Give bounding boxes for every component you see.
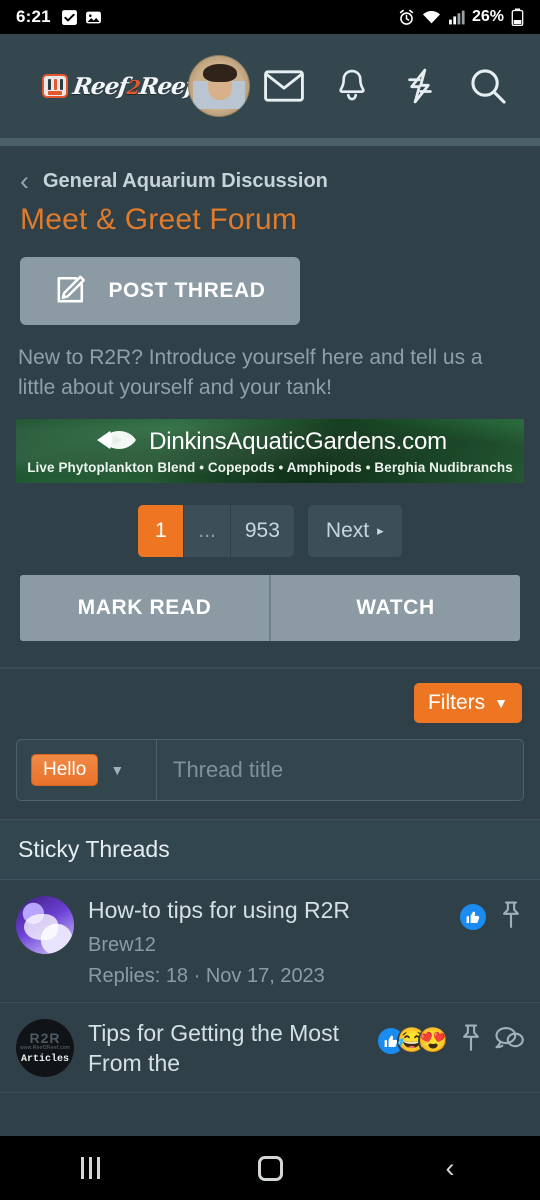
thread-indicators: [458, 896, 524, 935]
back-icon: ‹: [445, 1152, 455, 1183]
mail-icon[interactable]: [250, 70, 318, 102]
sticky-threads-header: Sticky Threads: [0, 818, 540, 880]
thread-title-input[interactable]: [157, 739, 523, 800]
status-bar: 6:21 26%: [0, 0, 540, 34]
avatar[interactable]: [187, 55, 250, 117]
r2r-badge-icon: [42, 74, 68, 98]
app-header: Reef2Reef: [0, 34, 540, 138]
ad-main-row: DinkinsAquaticGardens.com: [93, 427, 447, 458]
forum-action-buttons: MARK READ WATCH: [20, 574, 520, 641]
brand-wordmark: Reef2Reef: [71, 72, 196, 100]
advertisement-banner[interactable]: DinkinsAquaticGardens.com Live Phytoplan…: [16, 418, 524, 483]
thumbs-up-icon: [458, 902, 488, 933]
chevron-down-icon: ▼: [494, 694, 508, 711]
search-icon[interactable]: [454, 67, 522, 105]
comments-icon: [494, 1024, 524, 1057]
avatar-brand-text: R2R: [29, 1030, 61, 1047]
header-divider: [0, 138, 540, 146]
reaction-group[interactable]: 😂 😍: [376, 1025, 448, 1056]
next-page-button[interactable]: Next ▸: [307, 504, 402, 557]
bell-icon[interactable]: [318, 68, 386, 104]
filters-label: Filters: [427, 690, 486, 714]
thread-avatar[interactable]: R2R www.Reef2Reef.com Articles: [16, 1019, 74, 1078]
thread-indicators: 😂 😍: [376, 1019, 524, 1058]
status-bar-right: 26%: [398, 8, 524, 26]
pin-icon: [498, 900, 524, 935]
thread-row[interactable]: R2R www.Reef2Reef.com Articles Tips for …: [0, 1003, 540, 1093]
page-title: Meet & Greet Forum: [20, 203, 298, 236]
back-button[interactable]: ‹: [390, 1152, 510, 1183]
pagination: 1 ... 953 Next ▸: [0, 504, 540, 557]
checkbox-icon: [61, 9, 78, 26]
thread-title[interactable]: How-to tips for using R2R: [88, 896, 440, 925]
thread-search-box: Hello ▼: [16, 738, 524, 801]
mark-read-button[interactable]: MARK READ: [20, 574, 269, 641]
heart-eyes-face-icon: 😍: [418, 1025, 448, 1056]
next-label: Next: [325, 518, 370, 542]
page-content: ‹ General Aquarium Discussion Meet & Gre…: [0, 146, 540, 1136]
fish-icon: [93, 427, 139, 458]
filters-button[interactable]: Filters ▼: [413, 682, 522, 723]
pin-icon: [458, 1023, 484, 1058]
chevron-down-icon[interactable]: ▼: [110, 762, 124, 778]
post-thread-button[interactable]: POST THREAD: [20, 257, 300, 325]
thread-meta: Replies: 18 · Nov 17, 2023: [88, 965, 325, 988]
home-icon: [257, 1155, 283, 1181]
recents-button[interactable]: [30, 1157, 150, 1179]
signal-icon: [448, 9, 465, 26]
alarm-icon: [398, 9, 415, 26]
forum-description: New to R2R? Introduce yourself here and …: [18, 346, 483, 399]
reaction-group[interactable]: [458, 902, 488, 933]
home-button[interactable]: [210, 1155, 330, 1181]
thread-avatar[interactable]: [16, 895, 74, 954]
watch-button[interactable]: WATCH: [269, 574, 520, 641]
battery-percent: 26%: [471, 8, 504, 25]
breadcrumb-label[interactable]: General Aquarium Discussion: [43, 170, 328, 193]
phone-screen: 6:21 26% Reef2Reef ‹ General Aquarium Di…: [0, 0, 540, 1200]
battery-icon: [511, 8, 524, 26]
ad-subtitle: Live Phytoplankton Blend • Copepods • Am…: [27, 459, 513, 475]
thread-search-row: Hello ▼: [0, 738, 540, 819]
page-button-1[interactable]: 1: [138, 504, 185, 557]
thread-title[interactable]: Tips for Getting the Most From the: [88, 1019, 358, 1078]
page-ellipsis[interactable]: ...: [184, 504, 231, 557]
avatar-label-text: Articles: [20, 1054, 69, 1066]
recents-icon: [80, 1157, 100, 1179]
filter-row: Filters ▼: [0, 669, 540, 739]
pagination-pages: 1 ... 953: [138, 504, 294, 557]
breadcrumb[interactable]: ‹ General Aquarium Discussion: [0, 146, 540, 195]
thread-body: Tips for Getting the Most From the: [88, 1019, 362, 1078]
tag-selector[interactable]: Hello ▼: [17, 739, 157, 800]
page-button-last[interactable]: 953: [230, 504, 294, 557]
wifi-icon: [422, 9, 441, 26]
header-icon-group: [250, 67, 522, 105]
android-nav-bar: ‹: [0, 1136, 540, 1200]
chevron-left-icon[interactable]: ‹: [20, 168, 29, 195]
tag-chip[interactable]: Hello: [31, 753, 99, 786]
thread-row[interactable]: How-to tips for using R2R Brew12 Replies…: [0, 880, 540, 1004]
site-logo[interactable]: Reef2Reef: [42, 72, 196, 100]
lightning-icon[interactable]: [386, 68, 454, 104]
ad-title: DinkinsAquaticGardens.com: [149, 428, 447, 456]
thread-author[interactable]: Brew12: [88, 934, 440, 957]
chevron-right-icon: ▸: [377, 522, 384, 538]
thread-body: How-to tips for using R2R Brew12 Replies…: [88, 896, 444, 988]
image-icon: [85, 9, 102, 26]
status-time: 6:21: [16, 7, 51, 26]
avatar-url-text: www.Reef2Reef.com: [19, 1045, 71, 1052]
compose-icon: [54, 272, 88, 311]
status-bar-left: 6:21: [16, 7, 102, 27]
post-thread-label: POST THREAD: [108, 279, 266, 302]
